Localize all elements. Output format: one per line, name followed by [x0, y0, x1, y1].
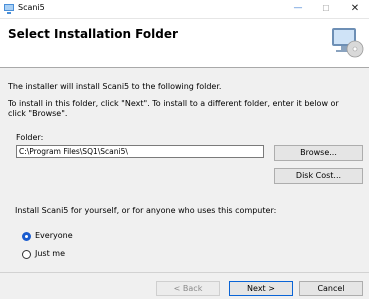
radio-everyone-label: Everyone — [35, 231, 73, 240]
folder-label: Folder: — [16, 133, 44, 142]
browse-button[interactable]: Browse... — [274, 145, 363, 161]
cancel-button[interactable]: Cancel — [299, 281, 363, 296]
next-button[interactable]: Next > — [229, 281, 293, 296]
radio-unselected-icon[interactable] — [22, 250, 31, 259]
radio-selected-icon[interactable] — [22, 232, 31, 241]
back-button[interactable]: < Back — [156, 281, 220, 296]
maximize-button[interactable]: ☐ — [312, 0, 340, 18]
install-for-text: Install Scani5 for yourself, or for anyo… — [15, 206, 277, 215]
radio-just-me-label: Just me — [35, 249, 65, 258]
app-icon — [4, 4, 14, 14]
intro-text: The installer will install Scani5 to the… — [8, 82, 222, 91]
minimize-button[interactable]: — — [284, 0, 312, 18]
page-title: Select Installation Folder — [8, 27, 178, 41]
footer-divider — [0, 272, 369, 273]
instructions-text: To install in this folder, click "Next".… — [8, 99, 339, 118]
window-title: Scani5 — [18, 3, 45, 12]
installer-computer-icon — [332, 28, 364, 58]
wizard-header: Select Installation Folder — [0, 19, 369, 68]
disk-cost-button[interactable]: Disk Cost... — [274, 168, 363, 184]
close-button[interactable]: ✕ — [341, 0, 369, 18]
title-bar: Scani5 — ☐ ✕ — [0, 0, 369, 19]
folder-path-input[interactable] — [16, 145, 264, 158]
